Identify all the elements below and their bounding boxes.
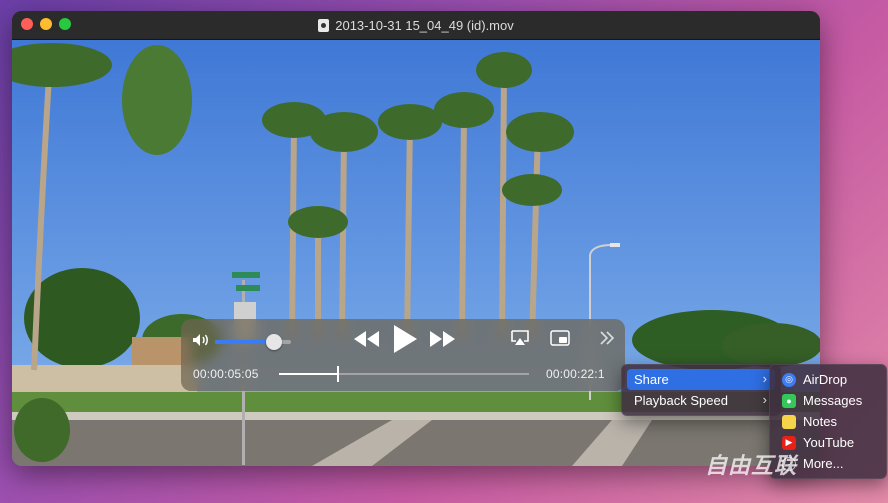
airdrop-icon: ◎ <box>782 372 796 387</box>
volume-knob[interactable] <box>266 334 283 350</box>
share-item-label: Messages <box>803 393 863 408</box>
more-icon <box>600 331 615 345</box>
share-item-label: More... <box>803 456 844 471</box>
play-icon <box>394 325 417 353</box>
chevron-right-icon: › <box>762 371 767 386</box>
picture-in-picture-icon <box>550 330 570 346</box>
fast-forward-button[interactable] <box>428 325 456 353</box>
rewind-icon <box>354 331 379 347</box>
airplay-button[interactable] <box>509 325 531 351</box>
window-controls <box>21 18 71 30</box>
speaker-icon[interactable] <box>192 333 210 347</box>
chevron-right-icon: › <box>762 392 767 407</box>
scrubber[interactable] <box>279 366 529 382</box>
menu-item-share[interactable]: Share › <box>627 369 775 390</box>
current-time: 00:00:05:05 <box>193 367 259 381</box>
share-item-airdrop[interactable]: ◎ AirDrop <box>775 369 881 390</box>
movie-file-icon <box>318 18 330 32</box>
share-item-label: Notes <box>803 414 837 429</box>
title-bar[interactable]: 2013-10-31 15_04_49 (id).mov <box>12 11 820 40</box>
playhead[interactable] <box>336 366 339 382</box>
watermark-logo: 自由互联 <box>705 453 798 478</box>
airplay-icon <box>511 330 529 345</box>
rewind-button[interactable] <box>353 325 381 353</box>
scrubber-fill <box>279 373 337 375</box>
close-button[interactable] <box>21 18 33 30</box>
messages-icon: ● <box>782 393 796 408</box>
duration-time: 00:00:22:1 <box>546 367 605 381</box>
share-item-messages[interactable]: ● Messages <box>775 390 881 411</box>
volume-slider[interactable] <box>215 334 291 350</box>
minimize-button[interactable] <box>40 18 52 30</box>
share-item-label: YouTube <box>803 435 855 450</box>
play-button[interactable] <box>390 323 420 355</box>
menu-item-label: Playback Speed <box>634 393 728 408</box>
more-options-button[interactable] <box>596 325 618 351</box>
share-item-notes[interactable]: Notes <box>775 411 881 432</box>
more-menu: Share › Playback Speed › <box>621 364 781 416</box>
share-item-label: AirDrop <box>803 372 848 387</box>
menu-item-label: Share <box>634 372 669 387</box>
picture-in-picture-button[interactable] <box>548 325 572 351</box>
notes-icon <box>782 414 796 429</box>
fast-forward-icon <box>430 331 455 347</box>
window-title-text: 2013-10-31 15_04_49 (id).mov <box>335 17 514 33</box>
menu-item-playback-speed[interactable]: Playback Speed › <box>627 390 775 411</box>
fullscreen-button[interactable] <box>59 18 71 30</box>
window-title: 2013-10-31 15_04_49 (id).mov <box>318 18 514 33</box>
playback-controls: 00:00:05:05 00:00:22:1 <box>181 319 625 391</box>
